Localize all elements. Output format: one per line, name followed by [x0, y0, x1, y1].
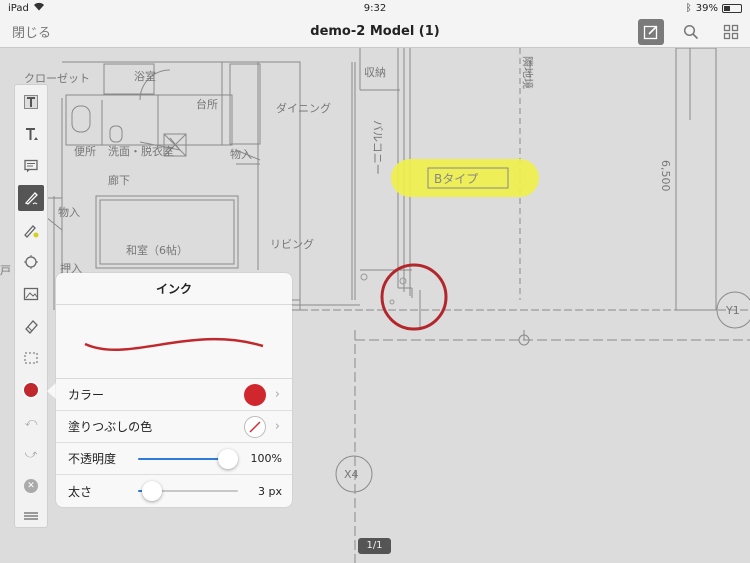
nav-bar: 閉じる demo-2 Model (1)	[0, 16, 750, 48]
balcony-label: バルコニー	[371, 120, 384, 175]
hamburger-icon	[24, 512, 38, 520]
room-label: 物入	[230, 147, 252, 161]
stroke-preview	[56, 305, 292, 379]
opacity-row: 不透明度 100%	[56, 443, 292, 475]
room-label: 戸	[0, 264, 11, 277]
comment-icon	[24, 159, 38, 173]
chevron-right-icon: ›	[274, 419, 280, 434]
slider-thumb[interactable]	[218, 448, 238, 469]
popover-title: インク	[56, 273, 292, 305]
color-picker-button[interactable]	[18, 377, 44, 403]
slider-thumb[interactable]	[142, 481, 162, 501]
fill-color-label: 塗りつぶしの色	[68, 420, 153, 434]
dimension-label: 6,500	[659, 160, 672, 192]
width-value: 3 px	[258, 484, 282, 498]
eraser-tool-button[interactable]	[18, 313, 44, 339]
eraser-icon	[25, 320, 38, 334]
page-indicator: 1/1	[358, 538, 391, 554]
room-label: リビング	[270, 237, 314, 251]
image-icon	[23, 287, 39, 301]
close-button[interactable]: 閉じる	[12, 22, 51, 41]
room-label: 浴室	[134, 69, 156, 83]
search-icon	[683, 24, 699, 40]
room-label: 和室（6帖）	[126, 243, 188, 257]
width-slider[interactable]	[138, 481, 238, 501]
width-label: 太さ	[68, 484, 93, 499]
grid-label-x: X4	[344, 468, 359, 481]
delete-button[interactable]: ✕	[18, 473, 44, 499]
room-label: 洗面・脱衣室	[108, 144, 174, 158]
storage-label: 収納	[364, 66, 386, 79]
thumbnails-button[interactable]	[718, 19, 744, 45]
color-label: カラー	[68, 388, 105, 402]
boundary-label: 隣地境	[521, 56, 535, 89]
opacity-value: 100%	[250, 452, 282, 465]
room-label: 便所	[74, 145, 96, 158]
battery-icon	[722, 3, 742, 13]
selection-icon	[24, 352, 38, 364]
text-tool-button[interactable]	[18, 89, 44, 115]
grid-icon	[723, 24, 739, 40]
opacity-slider[interactable]	[138, 448, 238, 469]
width-row: 太さ 3 px	[56, 475, 292, 507]
room-label: 物入	[58, 205, 80, 219]
clock: 9:32	[363, 2, 387, 14]
type-label: Bタイプ	[434, 172, 478, 186]
room-label: 台所	[196, 97, 218, 111]
fill-color-row[interactable]: 塗りつぶしの色 ›	[56, 411, 292, 443]
opacity-label: 不透明度	[68, 452, 117, 466]
color-swatch	[244, 383, 266, 406]
pen-icon	[24, 192, 38, 205]
no-fill-swatch	[244, 415, 266, 438]
annotation-mode-button[interactable]	[638, 19, 664, 45]
ink-tool-button[interactable]	[18, 185, 44, 211]
selection-tool-button[interactable]	[18, 345, 44, 371]
toolbar-menu-button[interactable]	[18, 503, 44, 529]
highlighter-tool-button[interactable]	[18, 217, 44, 243]
annotation-toolbar: ⤺ ⤻ ✕	[14, 84, 48, 528]
edit-icon	[643, 25, 658, 40]
note-tool-button[interactable]	[18, 153, 44, 179]
color-row[interactable]: カラー ›	[56, 379, 292, 411]
text-box-icon	[24, 95, 38, 109]
redo-button[interactable]: ⤻	[18, 441, 44, 467]
ink-properties-popover: インク カラー › 塗りつぶしの色 › 不透明度 100% 太さ 3 px	[56, 273, 292, 507]
image-tool-button[interactable]	[18, 281, 44, 307]
room-label: 廊下	[108, 173, 130, 187]
status-bar: iPad 9:32 ᛒ 39%	[0, 0, 750, 16]
shape-icon	[24, 255, 38, 269]
search-button[interactable]	[678, 19, 704, 45]
text-icon	[26, 128, 38, 140]
chevron-right-icon: ›	[274, 387, 280, 402]
shape-tool-button[interactable]	[18, 249, 44, 275]
redo-icon: ⤻	[24, 446, 38, 461]
color-swatch-icon	[24, 383, 38, 397]
typewriter-tool-button[interactable]	[18, 121, 44, 147]
close-icon: ✕	[24, 479, 38, 493]
undo-button[interactable]: ⤺	[18, 409, 44, 435]
undo-icon: ⤺	[24, 414, 38, 429]
grid-label-y: Y1	[725, 304, 740, 317]
highlighter-icon	[24, 225, 39, 238]
room-label: ダイニング	[276, 101, 331, 115]
